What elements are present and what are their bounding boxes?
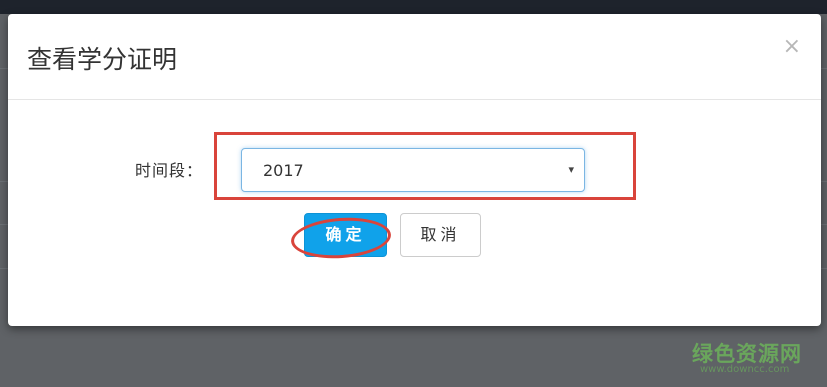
dialog-title: 查看学分证明 — [27, 45, 178, 74]
background-divider — [821, 268, 827, 269]
credit-certificate-dialog: 查看学分证明 × 时间段： 2017 ▾ 确定 取消 — [8, 14, 821, 326]
time-period-select[interactable]: 2017 ▾ — [241, 148, 585, 192]
close-icon[interactable]: × — [783, 36, 801, 58]
background-divider — [0, 68, 8, 69]
background-divider — [821, 68, 827, 69]
watermark-url: www.downcc.com — [700, 364, 790, 375]
background-divider — [821, 224, 827, 225]
background-divider — [0, 268, 8, 269]
select-value: 2017 — [263, 161, 304, 180]
time-period-label: 时间段： — [135, 161, 204, 180]
background-divider — [0, 224, 8, 225]
dialog-header: 查看学分证明 × — [8, 14, 821, 100]
background-divider — [0, 181, 8, 182]
background-divider — [821, 181, 827, 182]
cancel-button[interactable]: 取消 — [400, 213, 481, 257]
confirm-button[interactable]: 确定 — [304, 213, 387, 257]
caret-down-icon: ▾ — [568, 163, 574, 176]
app-topbar — [0, 0, 827, 14]
